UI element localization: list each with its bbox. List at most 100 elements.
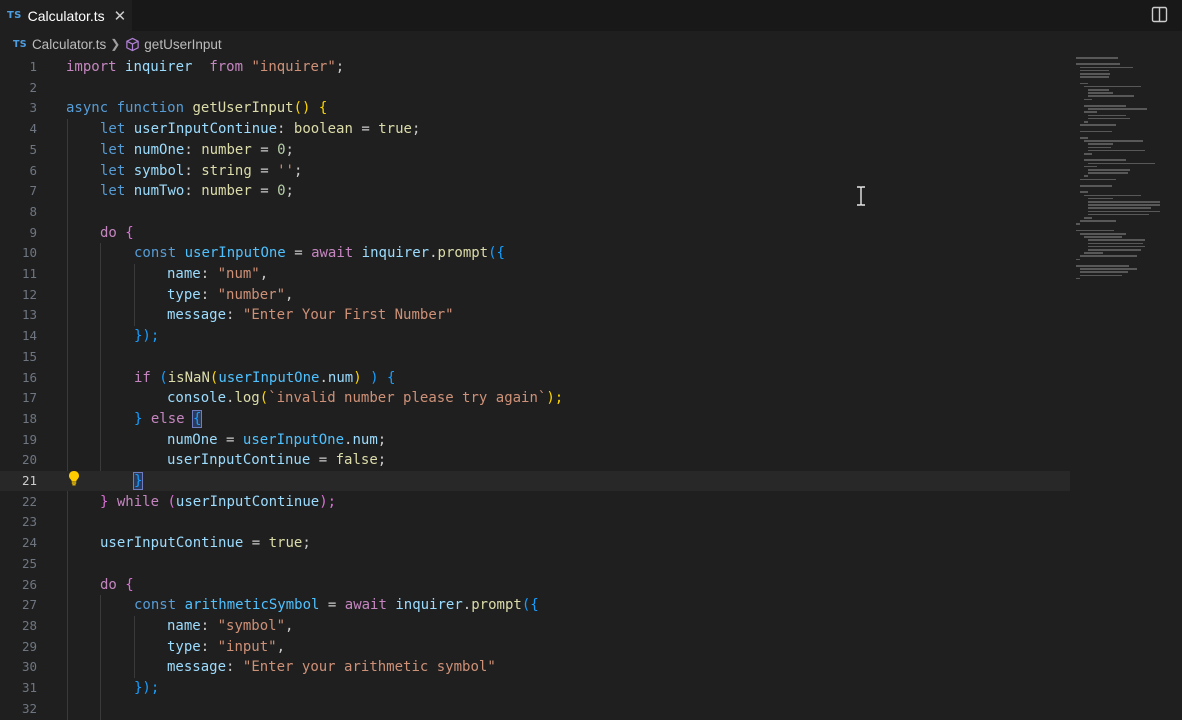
token-function: getUserInput xyxy=(192,100,294,117)
token-function: log xyxy=(234,390,260,407)
token-variable: userInputOne xyxy=(218,369,320,386)
line-number: 30 xyxy=(21,659,37,675)
lightbulb-icon[interactable] xyxy=(67,470,81,486)
line-number: 13 xyxy=(21,307,37,323)
token-punct: , xyxy=(285,617,294,634)
breadcrumb-symbol[interactable]: getUserInput xyxy=(144,37,221,52)
token-variable: inquirer xyxy=(395,597,463,614)
minimap-line xyxy=(1080,124,1117,126)
token-variable: numTwo xyxy=(133,183,185,200)
token-variable: userInputContinue xyxy=(100,535,244,552)
token-bracket: }); xyxy=(134,328,160,345)
line-number: 27 xyxy=(21,597,37,613)
minimap-line xyxy=(1084,85,1141,88)
minimap[interactable] xyxy=(1070,57,1170,297)
code-line-22: } while (userInputContinue); xyxy=(100,492,336,513)
code-line-9: do { xyxy=(100,223,134,244)
token-punct: = xyxy=(361,121,370,138)
line-number: 20 xyxy=(21,452,37,468)
code-line-4: let userInputContinue: boolean = true; xyxy=(100,119,420,140)
minimap-line xyxy=(1076,229,1114,232)
token-punct: ; xyxy=(411,121,421,138)
code-line-29: type: "input", xyxy=(167,637,285,658)
minimap-line xyxy=(1076,223,1080,225)
token-punct: ; xyxy=(377,431,387,448)
token-bracket: { xyxy=(318,100,328,117)
token-keyword: do xyxy=(100,224,117,241)
token-variable: symbol xyxy=(133,162,185,179)
token-punct: = xyxy=(294,245,303,262)
token-number: 0 xyxy=(277,141,286,158)
code-editor[interactable]: 1 2 3 4 5 6 7 8 9 10 11 12 13 14 15 16 17 18 19 20 21 22 23 24 2… xyxy=(0,57,1182,720)
text-cursor-icon xyxy=(857,186,865,206)
token-punct: = xyxy=(260,141,269,158)
token-string: '' xyxy=(277,162,294,179)
line-number: 21 xyxy=(21,473,37,488)
token-storage: const xyxy=(134,245,177,262)
token-punct: : xyxy=(184,141,193,158)
token-punct: . xyxy=(319,369,328,386)
minimap-line xyxy=(1080,73,1111,75)
current-line-highlight xyxy=(0,470,1070,492)
token-string: `invalid number please try again` xyxy=(268,390,547,407)
line-number: 1 xyxy=(29,59,37,74)
code-line-1: import inquirer from "inquirer"; xyxy=(66,57,344,78)
code-line-13: message: "Enter Your First Number" xyxy=(167,305,454,326)
typescript-file-icon: TS xyxy=(13,38,27,50)
code-line-14: }); xyxy=(134,326,159,347)
code-line-28: name: "symbol", xyxy=(167,616,293,637)
token-variable: userInputContinue xyxy=(175,493,320,510)
token-property: name xyxy=(167,617,201,634)
token-bracket: () xyxy=(293,100,311,117)
token-punct: , xyxy=(276,638,286,655)
code-line-11: name: "num", xyxy=(167,264,268,285)
code-line-12: type: "number", xyxy=(167,285,293,306)
token-function: isNaN xyxy=(167,369,210,386)
token-property: type xyxy=(167,638,201,655)
token-type: number xyxy=(201,183,252,200)
line-number: 11 xyxy=(21,266,37,281)
token-variable: userInputOne xyxy=(184,245,286,262)
line-number: 14 xyxy=(21,328,37,344)
line-number: 23 xyxy=(21,514,37,530)
minimap-line xyxy=(1088,108,1147,110)
line-number: 32 xyxy=(21,700,37,716)
token-variable: arithmeticSymbol xyxy=(184,597,320,614)
token-literal: true xyxy=(378,121,412,138)
minimap-line xyxy=(1088,249,1142,251)
token-punct: , xyxy=(259,266,269,282)
token-punct: : xyxy=(200,617,210,634)
breadcrumb-file[interactable]: Calculator.ts xyxy=(32,37,106,52)
token-literal: false xyxy=(335,452,378,469)
split-editor-icon[interactable] xyxy=(1151,6,1168,23)
tab-calculator-ts[interactable]: TS Calculator.ts ✕ xyxy=(0,0,132,31)
minimap-line xyxy=(1088,95,1134,97)
minimap-line xyxy=(1080,130,1113,133)
token-storage: const xyxy=(134,597,177,614)
minimap-line xyxy=(1084,111,1098,113)
tab-bar: TS Calculator.ts ✕ xyxy=(0,0,1182,31)
token-property: message xyxy=(167,659,227,676)
token-punct: = xyxy=(260,183,269,200)
token-string: "Enter your arithmetic symbol" xyxy=(242,659,496,676)
line-number: 28 xyxy=(21,617,37,633)
token-string: "input" xyxy=(217,638,277,655)
minimap-line xyxy=(1088,213,1149,216)
minimap-line xyxy=(1088,114,1126,117)
minimap-line xyxy=(1080,66,1134,69)
indent-guide xyxy=(67,119,68,720)
token-punct: = xyxy=(226,431,235,448)
token-punct: : xyxy=(277,121,286,138)
token-type: string xyxy=(201,162,252,179)
line-number: 7 xyxy=(29,183,37,199)
close-icon[interactable]: ✕ xyxy=(114,7,127,25)
token-bracket: { xyxy=(125,224,134,241)
minimap-line xyxy=(1088,149,1145,152)
token-punct: : xyxy=(200,638,210,655)
line-number: 3 xyxy=(29,100,37,116)
token-keyword: if xyxy=(134,369,151,386)
token-string: "number" xyxy=(217,286,286,303)
token-string: "Enter Your First Number" xyxy=(242,307,454,324)
line-number: 10 xyxy=(21,245,37,261)
line-number: 9 xyxy=(29,224,37,240)
